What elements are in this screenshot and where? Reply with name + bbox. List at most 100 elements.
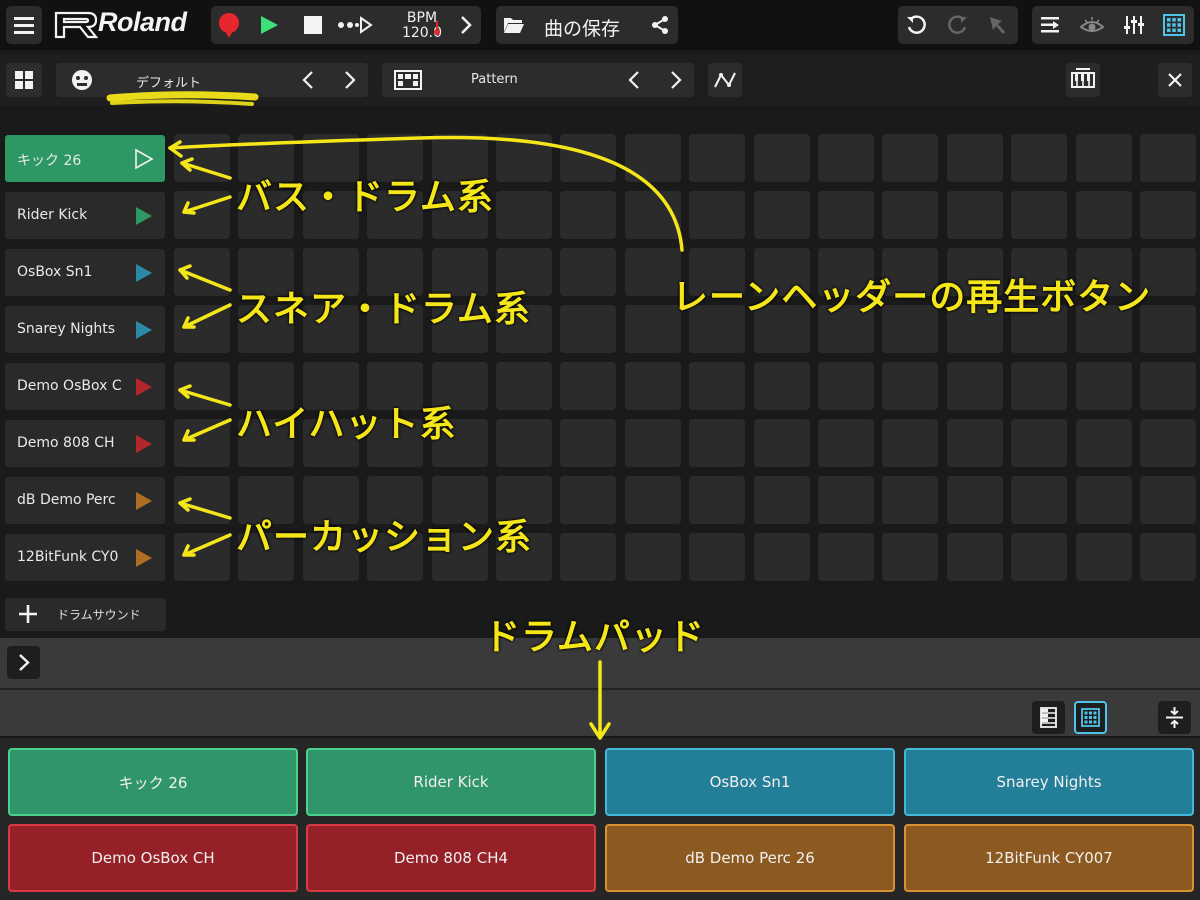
step-cell[interactable] bbox=[625, 419, 681, 467]
step-cell[interactable] bbox=[174, 305, 230, 353]
step-cell[interactable] bbox=[174, 362, 230, 410]
step-cell[interactable] bbox=[1140, 191, 1196, 239]
step-cell[interactable] bbox=[560, 476, 616, 524]
step-cell[interactable] bbox=[754, 362, 810, 410]
step-cell[interactable] bbox=[818, 533, 874, 581]
step-cell[interactable] bbox=[754, 134, 810, 182]
step-cell[interactable] bbox=[1011, 533, 1067, 581]
bpm-display[interactable]: BPM 120.0 bbox=[387, 9, 457, 43]
step-cell[interactable] bbox=[689, 134, 745, 182]
step-cell[interactable] bbox=[1076, 134, 1132, 182]
bpm-next-button[interactable] bbox=[453, 6, 479, 44]
step-cell[interactable] bbox=[1140, 134, 1196, 182]
step-cell[interactable] bbox=[496, 191, 552, 239]
undo-button[interactable] bbox=[898, 6, 934, 44]
step-cell[interactable] bbox=[1076, 191, 1132, 239]
lane-header[interactable]: 12BitFunk CY0 bbox=[5, 534, 165, 581]
step-cell[interactable] bbox=[754, 533, 810, 581]
step-cell[interactable] bbox=[754, 419, 810, 467]
step-cell[interactable] bbox=[818, 134, 874, 182]
visibility-button[interactable] bbox=[1072, 6, 1112, 44]
resize-panel-button[interactable] bbox=[1158, 701, 1191, 734]
drum-pad[interactable]: Demo OsBox CH bbox=[8, 824, 298, 892]
drum-pad[interactable]: Demo 808 CH4 bbox=[306, 824, 596, 892]
step-cell[interactable] bbox=[560, 191, 616, 239]
open-song-button[interactable] bbox=[496, 6, 532, 44]
step-cell[interactable] bbox=[1011, 191, 1067, 239]
lane-header[interactable]: Demo OsBox C bbox=[5, 363, 165, 410]
redo-button[interactable] bbox=[940, 6, 976, 44]
pad-view-button[interactable] bbox=[1156, 6, 1192, 44]
kit-name[interactable]: デフォルト bbox=[136, 72, 201, 91]
lane-play-icon[interactable] bbox=[133, 490, 155, 512]
step-cell[interactable] bbox=[882, 134, 938, 182]
step-cell[interactable] bbox=[947, 134, 1003, 182]
step-cell[interactable] bbox=[174, 476, 230, 524]
pattern-next-button[interactable] bbox=[662, 63, 690, 97]
drum-pad[interactable]: キック 26 bbox=[8, 748, 298, 816]
step-cell[interactable] bbox=[496, 134, 552, 182]
step-cell[interactable] bbox=[174, 134, 230, 182]
step-cell[interactable] bbox=[1140, 533, 1196, 581]
step-cell[interactable] bbox=[689, 191, 745, 239]
lane-play-icon[interactable] bbox=[133, 148, 155, 170]
arrange-view-button[interactable] bbox=[1032, 6, 1068, 44]
step-cell[interactable] bbox=[1011, 419, 1067, 467]
lane-play-icon[interactable] bbox=[133, 547, 155, 569]
pattern-name[interactable]: Pattern bbox=[471, 72, 518, 87]
drum-pad[interactable]: Rider Kick bbox=[306, 748, 596, 816]
step-cell[interactable] bbox=[560, 533, 616, 581]
kit-next-button[interactable] bbox=[336, 63, 364, 97]
step-cell[interactable] bbox=[560, 134, 616, 182]
step-input-button[interactable] bbox=[335, 6, 375, 44]
step-cell[interactable] bbox=[1140, 476, 1196, 524]
mixer-button[interactable] bbox=[1116, 6, 1152, 44]
lane-header[interactable]: OsBox Sn1 bbox=[5, 249, 165, 296]
step-cell[interactable] bbox=[174, 419, 230, 467]
step-cell[interactable] bbox=[689, 419, 745, 467]
lane-play-icon[interactable] bbox=[133, 262, 155, 284]
lane-play-icon[interactable] bbox=[133, 319, 155, 341]
step-cell[interactable] bbox=[818, 362, 874, 410]
lane-header[interactable]: Rider Kick bbox=[5, 192, 165, 239]
step-cell[interactable] bbox=[1076, 419, 1132, 467]
drum-pad[interactable]: 12BitFunk CY007 bbox=[904, 824, 1194, 892]
step-cell[interactable] bbox=[174, 248, 230, 296]
step-cell[interactable] bbox=[818, 191, 874, 239]
save-song-button[interactable]: 曲の保存 bbox=[544, 14, 620, 41]
step-cell[interactable] bbox=[689, 533, 745, 581]
piano-roll-button[interactable] bbox=[1066, 63, 1100, 97]
lane-play-icon[interactable] bbox=[133, 433, 155, 455]
step-cell[interactable] bbox=[1011, 362, 1067, 410]
kit-prev-button[interactable] bbox=[294, 63, 322, 97]
lane-header[interactable]: Snarey Nights bbox=[5, 306, 165, 353]
step-cell[interactable] bbox=[1076, 362, 1132, 410]
share-button[interactable] bbox=[644, 6, 676, 44]
step-cell[interactable] bbox=[625, 191, 681, 239]
drum-pad[interactable]: OsBox Sn1 bbox=[605, 748, 895, 816]
step-cell[interactable] bbox=[947, 191, 1003, 239]
step-cell[interactable] bbox=[947, 419, 1003, 467]
step-cell[interactable] bbox=[882, 362, 938, 410]
step-cell[interactable] bbox=[882, 419, 938, 467]
step-cell[interactable] bbox=[818, 476, 874, 524]
step-cell[interactable] bbox=[947, 362, 1003, 410]
pad-view-toggle-button[interactable] bbox=[1074, 701, 1107, 734]
step-cell[interactable] bbox=[625, 533, 681, 581]
grid-menu-button[interactable] bbox=[6, 63, 42, 97]
lane-header[interactable]: Demo 808 CH bbox=[5, 420, 165, 467]
add-drum-sound-button[interactable]: ドラムサウンド bbox=[5, 598, 166, 631]
step-cell[interactable] bbox=[1140, 419, 1196, 467]
play-button[interactable] bbox=[251, 6, 287, 44]
step-cell[interactable] bbox=[1011, 476, 1067, 524]
close-button[interactable] bbox=[1158, 63, 1192, 97]
step-cell[interactable] bbox=[625, 134, 681, 182]
step-cell[interactable] bbox=[882, 476, 938, 524]
step-cell[interactable] bbox=[496, 362, 552, 410]
select-tool-button[interactable] bbox=[980, 6, 1016, 44]
step-cell[interactable] bbox=[174, 191, 230, 239]
lane-header[interactable]: dB Demo Perc bbox=[5, 477, 165, 524]
lane-header[interactable]: キック 26 bbox=[5, 135, 165, 182]
lane-play-icon[interactable] bbox=[133, 205, 155, 227]
step-cell[interactable] bbox=[754, 191, 810, 239]
